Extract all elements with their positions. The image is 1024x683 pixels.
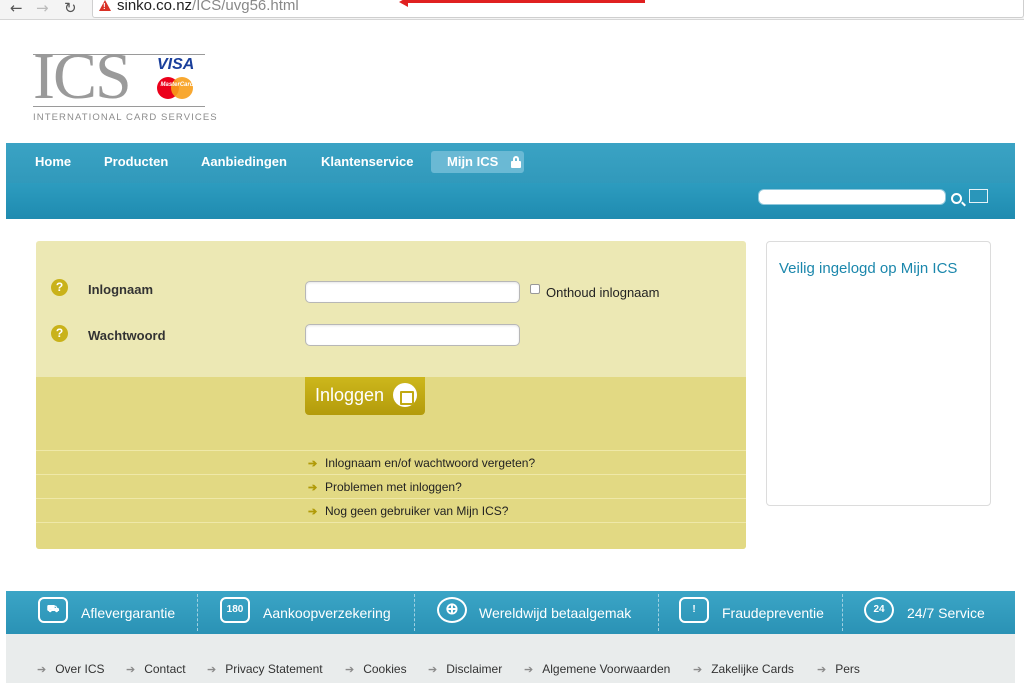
forgot-credentials-link[interactable]: Inlognaam en/of wachtwoord vergeten? (325, 456, 535, 470)
globe-icon: ⊕ (437, 597, 467, 623)
feature-24-7-service[interactable]: 24 24/7 Service (843, 591, 1015, 634)
link-row-end (36, 522, 746, 546)
secure-login-title: Veilig ingelogd op Mijn ICS (779, 260, 958, 277)
mastercard-circle-orange (171, 77, 193, 99)
warning-triangle-icon (99, 0, 111, 11)
password-field[interactable] (305, 324, 520, 346)
footer-link-label: Over ICS (55, 662, 105, 676)
username-field[interactable] (305, 281, 520, 303)
footer-link-cookies[interactable]: ➔ Cookies (345, 662, 407, 676)
nav-item-aanbiedingen[interactable]: Aanbiedingen (201, 154, 287, 169)
lock-icon (511, 156, 521, 168)
arrow-right-icon: ➔ (693, 664, 703, 676)
footer-link-label: Cookies (363, 662, 407, 676)
ics-logo[interactable]: ICS VISA MasterCard INTERNATIONAL CARD S… (33, 44, 217, 126)
features-bar: ⛟ Aflevergarantie 180 Aankoopverzekering… (6, 591, 1015, 634)
feature-label: Aankoopverzekering (263, 605, 391, 621)
feature-aankoopverzekering[interactable]: 180 Aankoopverzekering (198, 591, 413, 634)
service-24-icon: 24 (864, 597, 894, 623)
search-input[interactable] (758, 189, 946, 205)
feature-fraudepreventie[interactable]: ! Fraudepreventie (659, 591, 841, 634)
insurance-180-icon: 180 (220, 597, 250, 623)
arrow-right-icon: ➔ (308, 458, 318, 470)
register-link[interactable]: Nog geen gebruiker van Mijn ICS? (325, 504, 508, 518)
main-navigation: Home Producten Aanbiedingen Klantenservi… (6, 143, 1015, 219)
url-text: sinko.co.nz/ICS/uvg56.html (117, 0, 299, 15)
footer-link-disclaimer[interactable]: ➔ Disclaimer (428, 662, 502, 676)
footer-link-label: Contact (144, 662, 186, 676)
footer-link-over-ics[interactable]: ➔ Over ICS (37, 662, 105, 676)
padlock-icon (393, 383, 417, 407)
remember-username-checkbox[interactable] (530, 284, 540, 294)
fraud-alert-icon: ! (679, 597, 709, 623)
list-item[interactable]: ➔ Problemen met inloggen? (36, 474, 746, 498)
footer-link-voorwaarden[interactable]: ➔ Algemene Voorwaarden (524, 662, 670, 676)
footer-link-privacy[interactable]: ➔ Privacy Statement (207, 662, 323, 676)
footer-link-label: Pers (835, 662, 860, 676)
footer-link-label: Algemene Voorwaarden (542, 662, 671, 676)
footer-link-zakelijke-cards[interactable]: ➔ Zakelijke Cards (693, 662, 794, 676)
reload-icon[interactable]: ↻ (64, 0, 77, 16)
delivery-truck-icon: ⛟ (38, 597, 68, 623)
remember-username-label: Onthoud inlognaam (546, 285, 660, 300)
url-path: /ICS/uvg56.html (192, 0, 299, 14)
arrow-right-icon: ➔ (126, 664, 136, 676)
back-arrow-icon[interactable]: ← (10, 0, 23, 16)
password-label: Wachtwoord (88, 328, 166, 343)
arrow-right-icon: ➔ (207, 664, 217, 676)
arrow-right-icon: ➔ (345, 664, 355, 676)
nav-item-mijn-ics-label: Mijn ICS (447, 154, 499, 169)
arrow-right-icon: ➔ (308, 482, 318, 494)
footer-link-label: Zakelijke Cards (711, 662, 794, 676)
nav-item-klantenservice[interactable]: Klantenservice (321, 154, 414, 169)
feature-aflevergarantie[interactable]: ⛟ Aflevergarantie (6, 591, 196, 634)
browser-toolbar: ← → ↻ sinko.co.nz/ICS/uvg56.html (0, 0, 1024, 20)
footer-link-contact[interactable]: ➔ Contact (126, 662, 186, 676)
login-problems-link[interactable]: Problemen met inloggen? (325, 480, 462, 494)
logo-wordmark: ICS (33, 40, 132, 113)
footer-link-pers[interactable]: ➔ Pers (817, 662, 860, 676)
arrow-right-icon: ➔ (37, 664, 47, 676)
feature-wereldwijd-betaalgemak[interactable]: ⊕ Wereldwijd betaalgemak (415, 591, 657, 634)
feature-label: Aflevergarantie (81, 605, 176, 621)
address-bar[interactable]: sinko.co.nz/ICS/uvg56.html (92, 0, 1024, 18)
logo-tagline: INTERNATIONAL CARD SERVICES (33, 112, 218, 123)
help-icon[interactable]: ? (51, 279, 68, 296)
login-form: ? Inlognaam Onthoud inlognaam ? Wachtwoo… (36, 241, 746, 549)
nav-item-mijn-ics[interactable]: Mijn ICS (447, 154, 521, 169)
feature-label: Wereldwijd betaalgemak (479, 605, 632, 621)
mastercard-logo: MasterCard (160, 82, 194, 88)
arrow-right-icon: ➔ (428, 664, 438, 676)
arrow-right-icon: ➔ (817, 664, 827, 676)
username-label: Inlognaam (88, 282, 154, 297)
feature-label: 24/7 Service (907, 605, 985, 621)
nav-item-producten[interactable]: Producten (104, 154, 168, 169)
login-button[interactable]: Inloggen (305, 377, 425, 415)
search-submit-button[interactable] (969, 189, 988, 203)
feature-label: Fraudepreventie (722, 605, 824, 621)
annotation-arrow (399, 0, 645, 7)
search-icon[interactable] (951, 193, 962, 204)
secure-login-box: Veilig ingelogd op Mijn ICS (766, 241, 991, 506)
url-domain: sinko.co.nz (117, 0, 193, 14)
arrow-right-icon: ➔ (524, 664, 534, 676)
visa-logo: VISA (157, 56, 195, 73)
footer: ➔ Over ICS ➔ Contact ➔ Privacy Statement ➔ C… (6, 634, 1015, 683)
nav-item-home[interactable]: Home (35, 154, 71, 169)
lock-body (511, 161, 521, 168)
arrow-right-icon: ➔ (308, 506, 318, 518)
forward-arrow-icon[interactable]: → (36, 0, 49, 16)
list-item[interactable]: ➔ Nog geen gebruiker van Mijn ICS? (36, 498, 746, 522)
login-button-label: Inloggen (315, 385, 385, 405)
footer-link-label: Privacy Statement (225, 662, 323, 676)
footer-link-label: Disclaimer (446, 662, 503, 676)
list-item[interactable]: ➔ Inlognaam en/of wachtwoord vergeten? (36, 450, 746, 474)
help-icon[interactable]: ? (51, 325, 68, 342)
